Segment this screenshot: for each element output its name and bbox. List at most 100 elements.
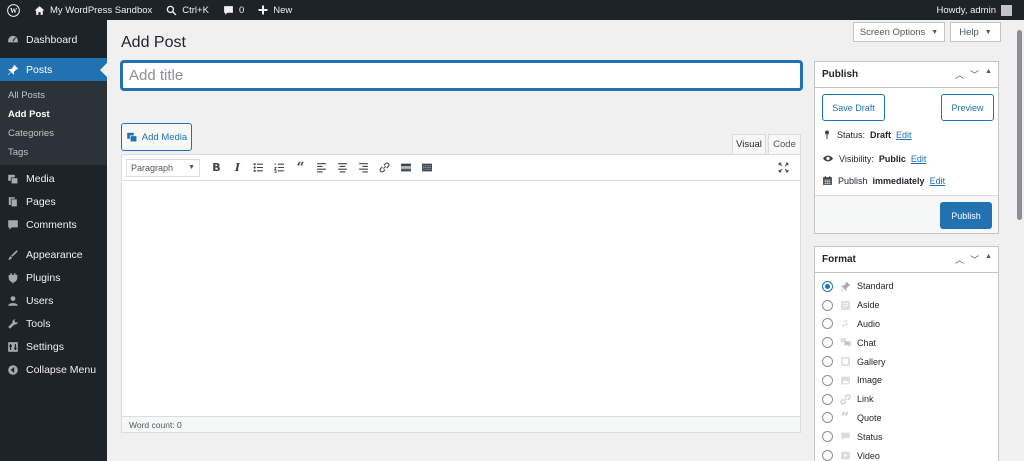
radio-aside[interactable] — [822, 299, 833, 311]
radio-status[interactable] — [822, 431, 833, 443]
blockquote-button[interactable]: “ — [290, 158, 311, 178]
format-select[interactable]: Paragraph ▼ — [126, 158, 200, 177]
collapse-triangle-icon[interactable]: ▲ — [985, 68, 992, 81]
menu-plugins[interactable]: Plugins — [0, 266, 107, 289]
format-option-label: Status — [857, 431, 883, 442]
tab-visual[interactable]: Visual — [732, 134, 766, 154]
plugin-icon — [7, 272, 19, 284]
tab-code[interactable]: Code — [768, 134, 801, 154]
word-count: Word count: 0 — [129, 419, 182, 430]
comments-link[interactable]: 0 — [216, 0, 251, 20]
publish-date-row: Publish immediately Edit — [822, 175, 945, 186]
media-icon — [7, 173, 19, 185]
read-more-button[interactable] — [395, 158, 416, 178]
image-icon — [839, 374, 851, 386]
radio-quote[interactable] — [822, 412, 833, 424]
submenu-categories[interactable]: Categories — [0, 124, 107, 143]
menu-dashboard[interactable]: Dashboard — [0, 28, 107, 51]
format-option-standard[interactable]: Standard — [815, 277, 998, 296]
bold-button[interactable]: B — [206, 158, 227, 178]
help-label: Help — [959, 26, 979, 38]
radio-image[interactable] — [822, 374, 833, 386]
content-editor-area[interactable] — [122, 181, 800, 417]
radio-chat[interactable] — [822, 337, 833, 349]
calendar-icon — [823, 176, 832, 185]
my-account-link[interactable]: Howdy, admin — [930, 0, 1024, 20]
menu-pages[interactable]: Pages — [0, 190, 107, 213]
format-option-status[interactable]: Status — [815, 427, 998, 446]
site-name-link[interactable]: My WordPress Sandbox — [27, 0, 159, 20]
eye-icon — [823, 155, 833, 162]
menu-settings[interactable]: Settings — [0, 335, 107, 358]
preview-button[interactable]: Preview — [941, 94, 994, 121]
bullet-list-icon — [253, 163, 263, 172]
format-option-chat[interactable]: Chat — [815, 333, 998, 352]
users-icon — [7, 295, 19, 307]
radio-video[interactable] — [822, 450, 833, 461]
post-status-row: Status: Draft Edit — [822, 129, 912, 140]
align-right-button[interactable] — [353, 158, 374, 178]
italic-button[interactable]: I — [227, 158, 248, 178]
format-option-image[interactable]: Image — [815, 371, 998, 390]
chevron-down-icon[interactable]: ﹀ — [970, 68, 979, 81]
format-option-gallery[interactable]: Gallery — [815, 352, 998, 371]
page-scrollbar[interactable] — [1015, 20, 1024, 461]
save-draft-button[interactable]: Save Draft — [822, 94, 885, 121]
menu-label: Posts — [26, 63, 53, 76]
radio-audio[interactable] — [822, 318, 833, 330]
menu-comments[interactable]: Comments — [0, 213, 107, 236]
submenu-all-posts[interactable]: All Posts — [0, 86, 107, 105]
toolbar-toggle-button[interactable] — [416, 158, 437, 178]
menu-label: Settings — [26, 340, 64, 353]
comments-icon — [7, 219, 19, 231]
publish-label: Publish — [838, 175, 868, 186]
format-option-video[interactable]: Video — [815, 446, 998, 461]
format-option-label: Image — [857, 375, 883, 386]
align-center-button[interactable] — [332, 158, 353, 178]
insert-link-button[interactable] — [374, 158, 395, 178]
wordpress-logo[interactable]: W — [0, 0, 27, 20]
quote-icon: “ — [840, 409, 850, 426]
help-button[interactable]: Help ▼ — [950, 22, 1001, 42]
fullscreen-button[interactable] — [773, 158, 794, 178]
scrollbar-thumb[interactable] — [1017, 30, 1022, 220]
new-content-link[interactable]: New — [251, 0, 299, 20]
menu-posts[interactable]: Posts — [0, 58, 107, 81]
radio-gallery[interactable] — [822, 356, 833, 368]
menu-label: Users — [26, 294, 54, 307]
menu-appearance[interactable]: Appearance — [0, 243, 107, 266]
chevron-up-icon[interactable]: ︿ — [955, 68, 964, 81]
menu-users[interactable]: Users — [0, 289, 107, 312]
format-option-link[interactable]: Link — [815, 390, 998, 409]
numbered-list-button[interactable] — [269, 158, 290, 178]
collapse-triangle-icon[interactable]: ▲ — [985, 253, 992, 266]
caret-down-icon: ▼ — [984, 28, 992, 36]
menu-collapse[interactable]: Collapse Menu — [0, 358, 107, 381]
pin-icon — [825, 130, 829, 139]
menu-tools[interactable]: Tools — [0, 312, 107, 335]
post-title-input[interactable] — [121, 61, 802, 90]
format-option-audio[interactable]: ♫ Audio — [815, 315, 998, 334]
edit-status-link[interactable]: Edit — [896, 130, 912, 140]
align-left-button[interactable] — [311, 158, 332, 178]
format-option-quote[interactable]: “ Quote — [815, 409, 998, 428]
submenu-tags[interactable]: Tags — [0, 143, 107, 162]
gallery-icon — [839, 356, 851, 368]
format-option-aside[interactable]: Aside — [815, 296, 998, 315]
visibility-value: Public — [878, 153, 906, 164]
screen-options-button[interactable]: Screen Options ▼ — [853, 22, 945, 42]
chevron-down-icon[interactable]: ﹀ — [970, 253, 979, 266]
add-media-button[interactable]: Add Media — [121, 123, 192, 151]
edit-date-link[interactable]: Edit — [930, 176, 946, 186]
bold-icon: B — [212, 161, 221, 174]
publish-button[interactable]: Publish — [940, 202, 992, 229]
command-palette-link[interactable]: Ctrl+K — [159, 0, 216, 20]
radio-link[interactable] — [822, 393, 833, 405]
submenu-add-post[interactable]: Add Post — [0, 105, 107, 124]
radio-standard[interactable] — [822, 280, 833, 292]
bullet-list-button[interactable] — [248, 158, 269, 178]
chevron-up-icon[interactable]: ︿ — [955, 253, 964, 266]
edit-visibility-link[interactable]: Edit — [911, 154, 927, 164]
format-option-label: Video — [857, 450, 880, 461]
menu-media[interactable]: Media — [0, 167, 107, 190]
